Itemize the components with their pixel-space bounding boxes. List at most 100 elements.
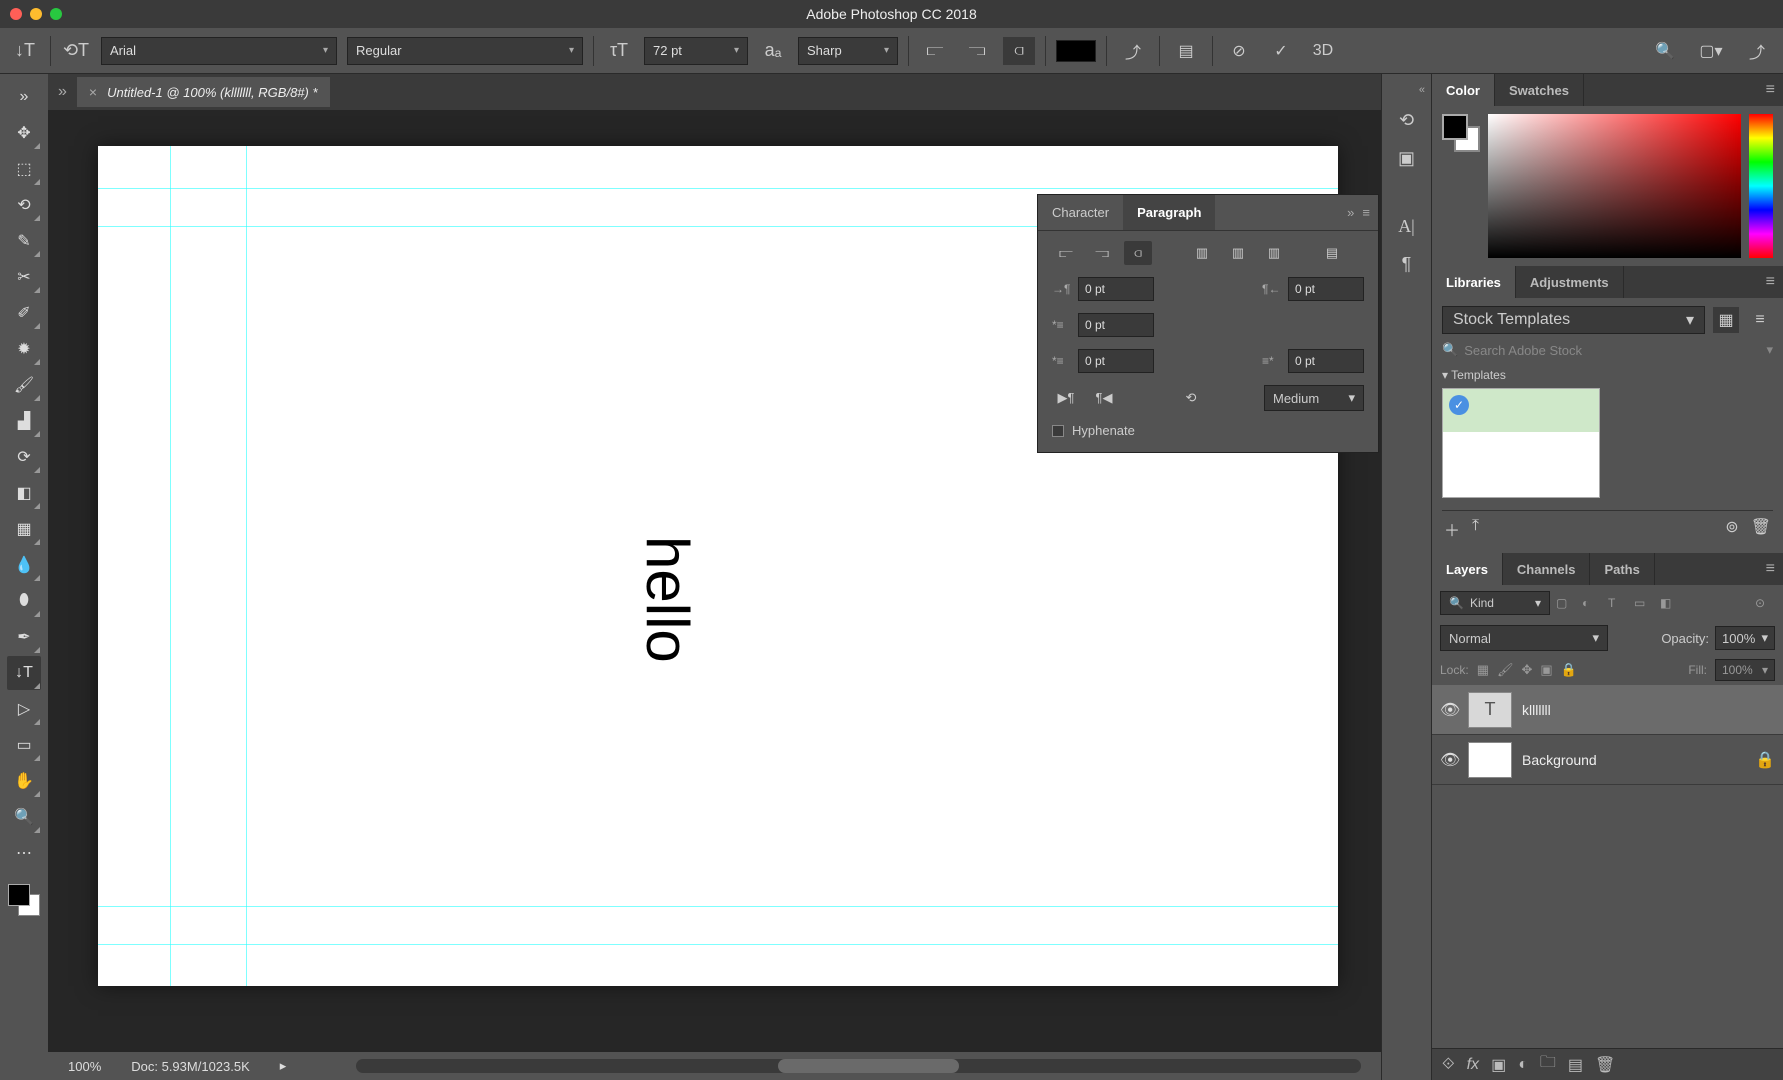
collapse-dock-icon[interactable]: «	[1419, 84, 1425, 96]
panel-menu-icon[interactable]: ≡	[1758, 560, 1783, 578]
character-panel-icon[interactable]: A|	[1392, 212, 1422, 240]
space-before-input[interactable]	[1078, 349, 1154, 373]
canvas-viewport[interactable]: hello Character Paragraph » ≡ ⫍ ⫎ ⫏	[48, 110, 1381, 1052]
filter-type-icon[interactable]: T	[1608, 596, 1628, 610]
eyedropper-tool[interactable]: ✐	[7, 296, 41, 330]
close-tab-button[interactable]: ×	[89, 84, 97, 100]
text-layer-content[interactable]: hello	[633, 536, 702, 663]
search-chevron-icon[interactable]: ▾	[1766, 342, 1773, 358]
lock-transparent-icon[interactable]: ▦	[1477, 662, 1489, 678]
shape-tool[interactable]: ▭	[7, 728, 41, 762]
color-field-picker[interactable]	[1488, 114, 1741, 258]
horizontal-guide[interactable]	[98, 906, 1338, 907]
zoom-tool[interactable]: 🔍	[7, 800, 41, 834]
align-left-button[interactable]: ⫍	[1052, 241, 1080, 265]
foreground-color[interactable]	[8, 884, 30, 906]
status-chevron-icon[interactable]: ▸	[280, 1058, 287, 1074]
kinsoku-select[interactable]: Medium▾	[1264, 385, 1364, 411]
zoom-level[interactable]: 100%	[68, 1059, 101, 1074]
align-center-button[interactable]: ⫎	[961, 37, 993, 65]
tab-adjustments[interactable]: Adjustments	[1516, 266, 1624, 298]
foreground-color[interactable]	[1442, 114, 1468, 140]
search-icon[interactable]: 🔍	[1649, 37, 1681, 65]
commit-edit-button[interactable]: ✓	[1265, 37, 1297, 65]
maximize-window-button[interactable]	[50, 8, 62, 20]
tab-channels[interactable]: Channels	[1503, 553, 1591, 585]
document-tab[interactable]: × Untitled-1 @ 100% (klllllll, RGB/8#) *	[77, 77, 330, 107]
tab-paths[interactable]: Paths	[1590, 553, 1654, 585]
panel-menu-icon[interactable]: ≡	[1758, 81, 1783, 99]
fg-bg-swatch[interactable]	[6, 882, 42, 918]
lock-all-icon[interactable]: 🔒	[1561, 662, 1577, 678]
scrollbar-thumb[interactable]	[778, 1059, 959, 1073]
share-icon[interactable]: ⤴	[1741, 37, 1773, 65]
lock-position-icon[interactable]: ✥	[1522, 662, 1533, 678]
dodge-tool[interactable]: ⬮	[7, 584, 41, 618]
history-panel-icon[interactable]: ⟲	[1392, 106, 1422, 134]
lasso-tool[interactable]: ⟲	[7, 188, 41, 222]
hue-slider[interactable]	[1749, 114, 1773, 258]
filter-shape-icon[interactable]: ▭	[1634, 596, 1654, 610]
panel-menu-icon[interactable]: ≡	[1362, 205, 1370, 220]
indent-first-input[interactable]	[1078, 313, 1154, 337]
layer-thumbnail[interactable]	[1468, 742, 1512, 778]
paragraph-panel-icon[interactable]: ¶	[1392, 250, 1422, 278]
tab-libraries[interactable]: Libraries	[1432, 266, 1516, 298]
add-to-library-icon[interactable]: ＋	[1444, 517, 1460, 541]
path-select-tool[interactable]: ▷	[7, 692, 41, 726]
edit-toolbar[interactable]: ⋯	[7, 836, 41, 870]
cancel-edit-button[interactable]: ⊘	[1223, 37, 1255, 65]
move-tool[interactable]: ✥	[7, 116, 41, 150]
justify-last-right-button[interactable]: ▥	[1260, 241, 1288, 265]
doc-size[interactable]: Doc: 5.93M/1023.5K	[131, 1059, 250, 1074]
layer-name[interactable]: klllllll	[1522, 702, 1551, 718]
quick-select-tool[interactable]: ✎	[7, 224, 41, 258]
templates-disclosure-icon[interactable]: ▾	[1442, 368, 1448, 382]
fill-input[interactable]: 100%▾	[1715, 659, 1775, 681]
history-brush-tool[interactable]: ⟳	[7, 440, 41, 474]
visibility-toggle-icon[interactable]: 👁	[1440, 700, 1458, 720]
antialias-select[interactable]: Sharp▾	[798, 37, 898, 65]
layer-mask-icon[interactable]: ▣	[1491, 1055, 1506, 1075]
expand-tools-icon[interactable]: »	[7, 80, 41, 114]
tab-paragraph[interactable]: Paragraph	[1123, 195, 1215, 230]
filter-adjustment-icon[interactable]: ◐	[1582, 596, 1602, 610]
visibility-toggle-icon[interactable]: 👁	[1440, 750, 1458, 770]
close-window-button[interactable]	[10, 8, 22, 20]
minimize-window-button[interactable]	[30, 8, 42, 20]
text-color-swatch[interactable]	[1056, 40, 1096, 62]
kinsoku-push-in-button[interactable]: ▶¶	[1052, 386, 1080, 410]
layer-filter-kind[interactable]: 🔍Kind▾	[1440, 591, 1550, 615]
upload-icon[interactable]: ⤒	[1472, 517, 1479, 541]
template-thumbnail[interactable]	[1442, 388, 1600, 498]
library-select[interactable]: Stock Templates▾	[1442, 306, 1705, 334]
group-layers-icon[interactable]: 🗀	[1540, 1051, 1556, 1078]
indent-left-input[interactable]	[1078, 277, 1154, 301]
layer-name[interactable]: Background	[1522, 752, 1597, 768]
healing-brush-tool[interactable]: ✹	[7, 332, 41, 366]
vertical-guide[interactable]	[170, 146, 171, 986]
brush-tool[interactable]: 🖌	[7, 368, 41, 402]
eraser-tool[interactable]: ◧	[7, 476, 41, 510]
link-layers-icon[interactable]: ⟐	[1442, 1056, 1455, 1074]
hyphenate-checkbox[interactable]	[1052, 425, 1064, 437]
vertical-guide[interactable]	[246, 146, 247, 986]
workspace-switcher[interactable]: ▢▾	[1695, 37, 1727, 65]
layer-thumbnail[interactable]: T	[1468, 692, 1512, 728]
horizontal-guide[interactable]	[98, 188, 1338, 189]
library-search-input[interactable]: Search Adobe Stock	[1464, 343, 1760, 358]
align-bottom-button[interactable]: ⫏	[1003, 37, 1035, 65]
pen-tool[interactable]: ✒	[7, 620, 41, 654]
warp-text-button[interactable]: ⤴	[1117, 37, 1149, 65]
space-after-input[interactable]	[1288, 349, 1364, 373]
filter-pixel-icon[interactable]: ▢	[1556, 596, 1576, 610]
type-tool[interactable]: ↓T	[7, 656, 41, 690]
panel-menu-icon[interactable]: ≡	[1758, 273, 1783, 291]
blend-mode-select[interactable]: Normal▾	[1440, 625, 1608, 651]
delete-icon[interactable]: 🗑	[1751, 517, 1771, 541]
blur-tool[interactable]: 💧	[7, 548, 41, 582]
grid-view-icon[interactable]: ▦	[1713, 307, 1739, 333]
layer-row[interactable]: 👁 T klllllll	[1432, 685, 1783, 735]
adjustment-layer-icon[interactable]: ◐	[1518, 1056, 1528, 1074]
list-view-icon[interactable]: ≡	[1747, 307, 1773, 333]
